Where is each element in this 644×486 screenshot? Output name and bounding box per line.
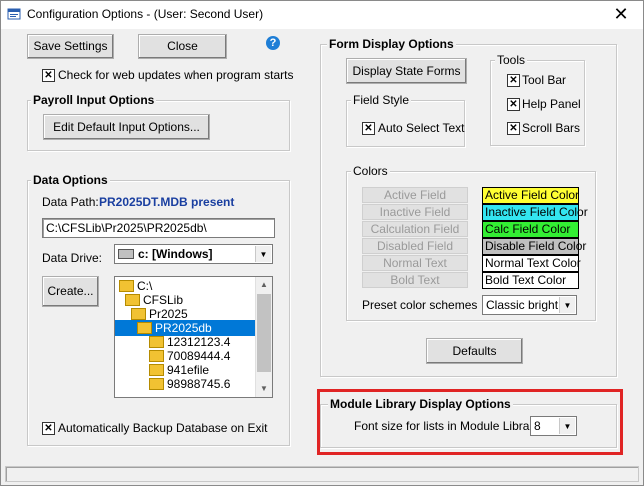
help-icon[interactable]: ? — [266, 36, 280, 50]
folder-name: 98988745.6 — [167, 377, 231, 391]
folder-icon — [149, 349, 164, 362]
folder-name: PR2025db — [155, 321, 212, 335]
window-title: Configuration Options - (User: Second Us… — [27, 7, 264, 21]
data-path-field[interactable]: C:\CFSLib\Pr2025\PR2025db\ — [42, 218, 275, 238]
scroll-down-icon[interactable]: ▼ — [256, 381, 272, 397]
create-button[interactable]: Create... — [42, 276, 99, 307]
payroll-input-options-title: Payroll Input Options — [31, 93, 157, 107]
tool-checkbox[interactable]: ✕ — [507, 74, 520, 87]
color-swatch[interactable]: Normal Text Color — [482, 255, 581, 272]
data-path-label: Data Path: — [42, 195, 99, 209]
color-swatch[interactable]: Inactive Field Color — [482, 204, 588, 221]
chevron-down-icon[interactable]: ▼ — [255, 246, 271, 262]
color-swatch[interactable]: Calc Field Color — [482, 221, 579, 238]
data-options-title: Data Options — [31, 173, 110, 187]
chevron-down-icon[interactable]: ▼ — [559, 297, 575, 313]
edit-default-input-options-button[interactable]: Edit Default Input Options... — [43, 114, 210, 140]
color-field-button[interactable]: Inactive Field — [362, 204, 468, 220]
color-swatch[interactable]: Disable Field Color — [482, 238, 586, 255]
folder-name: CFSLib — [143, 293, 184, 307]
folder-list-item[interactable]: 98988745.6 — [115, 376, 257, 392]
drive-icon — [118, 248, 134, 259]
status-bar — [5, 466, 639, 482]
folder-icon — [149, 363, 164, 376]
auto-backup-checkbox[interactable]: ✕ — [42, 422, 55, 435]
tools-title: Tools — [495, 53, 528, 67]
color-field-button[interactable]: Bold Text — [362, 272, 468, 288]
title-bar: Configuration Options - (User: Second Us… — [1, 1, 643, 29]
color-swatch[interactable]: Bold Text Color — [482, 272, 579, 289]
tool-label: Tool Bar — [522, 73, 567, 87]
folder-name: 12312123.4 — [167, 335, 231, 349]
color-field-button[interactable]: Calculation Field — [362, 221, 468, 237]
folder-name: Pr2025 — [149, 307, 188, 321]
folder-list-scrollbar[interactable]: ▲ ▼ — [255, 277, 272, 397]
color-field-button[interactable]: Disabled Field — [362, 238, 468, 254]
highlight-box — [317, 389, 623, 455]
folder-icon — [125, 293, 140, 306]
auto-select-text-checkbox[interactable]: ✕ — [362, 122, 375, 135]
field-style-title: Field Style — [351, 93, 412, 107]
data-drive-label: Data Drive: — [42, 251, 103, 265]
preset-color-schemes-label: Preset color schemes — [362, 298, 478, 312]
folder-icon — [137, 321, 152, 334]
folder-icon — [149, 335, 164, 348]
folder-list[interactable]: C:\ CFSLib Pr2025 PR2025db 12312123.4 7008944… — [114, 276, 273, 398]
scroll-up-icon[interactable]: ▲ — [256, 277, 272, 293]
folder-icon — [131, 307, 146, 320]
app-icon — [7, 8, 21, 20]
scroll-thumb[interactable] — [257, 294, 271, 372]
folder-name: 70089444.4 — [167, 349, 231, 363]
color-field-button[interactable]: Active Field — [362, 187, 468, 203]
data-drive-select[interactable]: c: [Windows] ▼ — [114, 244, 273, 264]
folder-icon — [149, 377, 164, 390]
auto-backup-label: Automatically Backup Database on Exit — [58, 421, 268, 435]
close-window-icon[interactable]: ✕ — [607, 2, 635, 26]
web-updates-label: Check for web updates when program start… — [58, 68, 294, 82]
color-swatch[interactable]: Active Field Color — [482, 187, 579, 204]
auto-select-text-label: Auto Select Text — [378, 121, 465, 135]
defaults-button[interactable]: Defaults — [426, 338, 523, 364]
tool-checkbox[interactable]: ✕ — [507, 98, 520, 111]
color-field-button[interactable]: Normal Text — [362, 255, 468, 271]
display-state-forms-button[interactable]: Display State Forms — [346, 58, 467, 84]
tool-checkbox[interactable]: ✕ — [507, 122, 520, 135]
folder-name: 941efile — [167, 363, 210, 377]
web-updates-checkbox[interactable]: ✕ — [42, 69, 55, 82]
folder-icon — [119, 279, 134, 292]
tool-label: Help Panel — [522, 97, 581, 111]
config-window: Configuration Options - (User: Second Us… — [0, 0, 644, 486]
colors-title: Colors — [351, 164, 390, 178]
folder-name: C:\ — [137, 279, 153, 293]
preset-color-schemes-select[interactable]: Classic bright ▼ — [482, 295, 577, 315]
form-display-options-title: Form Display Options — [327, 37, 456, 51]
close-button[interactable]: Close — [138, 34, 227, 59]
save-settings-button[interactable]: Save Settings — [27, 34, 114, 59]
tool-label: Scroll Bars — [522, 121, 581, 135]
data-path-status: PR2025DT.MDB present — [99, 195, 235, 209]
